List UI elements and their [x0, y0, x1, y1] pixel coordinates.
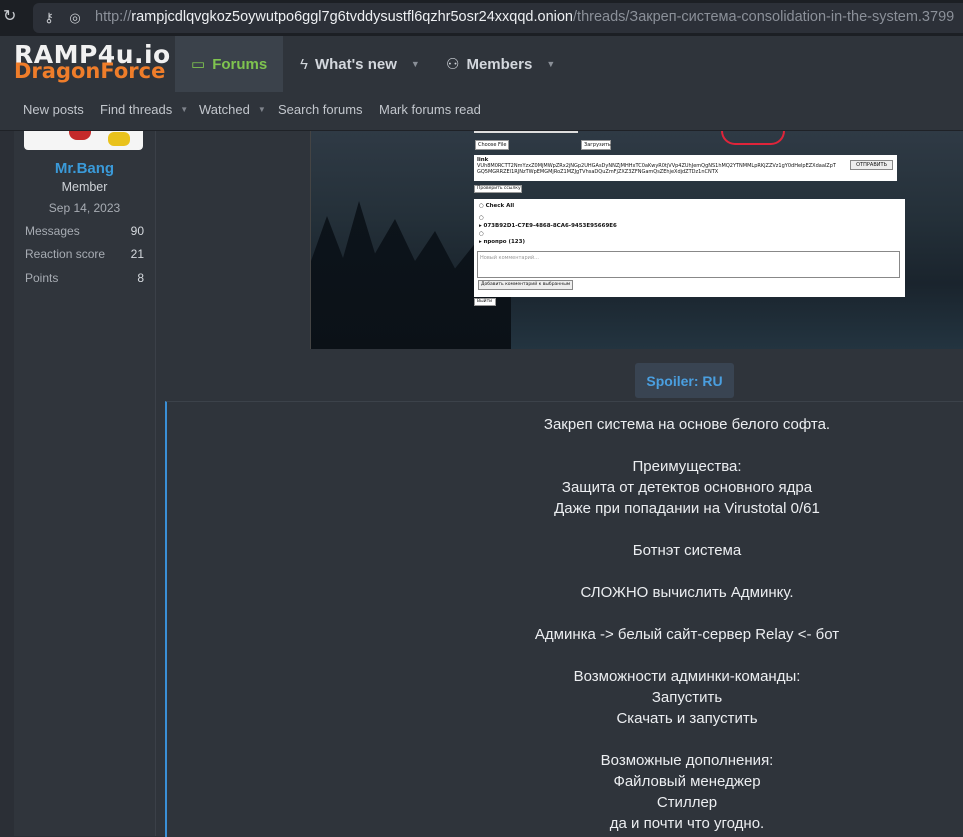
- subnav-watched-label: Watched: [199, 102, 250, 117]
- spoiler-line: Возможные дополнения:: [600, 752, 774, 769]
- subnav-new-posts[interactable]: New posts: [23, 102, 84, 117]
- stat-reaction-score: Reaction score 21: [25, 247, 144, 261]
- url-host: rampjcdlqvgkoz5oywutpo6ggl7g6tvddysustfl…: [131, 9, 574, 25]
- logo-bottom: DragonForce: [14, 59, 166, 83]
- spoiler-line: [167, 645, 963, 666]
- add-comment-button: Добавить комментарий к выбранным: [478, 280, 574, 290]
- check-link-button: Проверить ссылку: [474, 185, 522, 193]
- chevron-down-icon[interactable]: ▼: [180, 105, 188, 114]
- site-permissions-icon[interactable]: ⚷: [41, 10, 57, 26]
- spoiler-line: Даже при попадании на Virustotal 0/61: [554, 500, 820, 517]
- chevron-down-icon[interactable]: ▼: [546, 59, 555, 69]
- spoiler-line: Стиллер: [656, 794, 718, 811]
- avatar-red-shape: [69, 131, 91, 140]
- subnav-find-threads-label: Find threads: [100, 102, 173, 117]
- spoiler-line: Запустить: [651, 689, 723, 706]
- user-role: Member: [61, 180, 108, 194]
- stat-label: Reaction score: [25, 247, 106, 261]
- spoiler-line: СЛОЖНО вычислить Админку.: [580, 584, 794, 601]
- spoiler-line: Скачать и запустить: [616, 710, 758, 727]
- subnav-mark-read[interactable]: Mark forums read: [379, 102, 481, 117]
- site-logo[interactable]: RAMP4u.io DragonForce: [14, 42, 170, 86]
- sub-navigation: New posts Find threads ▼ Watched ▼ Search …: [0, 92, 963, 131]
- members-icon: ⚇: [446, 56, 460, 73]
- spoiler-line: [167, 603, 963, 624]
- tab-forums-label: Forums: [212, 55, 268, 73]
- stat-messages: Messages 90: [25, 224, 144, 238]
- chevron-down-icon[interactable]: ▼: [258, 105, 266, 114]
- url-path: /threads/Закреп-система-consolidation-in…: [573, 9, 955, 25]
- avatar[interactable]: [24, 131, 143, 150]
- spoiler-line: Файловый менеджер: [613, 773, 761, 790]
- user-card: Mr.Bang Member Sep 14, 2023 Messages 90 …: [14, 131, 156, 836]
- spoiler-line: Закреп система на основе белого софта.: [543, 416, 831, 433]
- subnav-search-forums[interactable]: Search forums: [278, 102, 363, 117]
- spoiler-line: [167, 435, 963, 456]
- stat-value: 8: [137, 271, 144, 285]
- browser-toolbar: ↻ ⚷ ◎ http://rampjcdlqvgkoz5oywutpo6ggl7…: [0, 0, 963, 36]
- embedded-screenshot-image[interactable]: Choose File Загрузить link VUh8M0RCTT2Nm…: [310, 131, 963, 349]
- stat-label: Points: [25, 271, 59, 285]
- red-glow-shape: [721, 131, 785, 145]
- subnav-find-threads[interactable]: Find threads ▼: [100, 102, 188, 117]
- tab-members[interactable]: ⚇ Members ▼: [446, 36, 555, 92]
- check-all-label: Check All: [485, 203, 515, 209]
- stat-label: Messages: [25, 224, 80, 238]
- entry-id: 073B92D1-C7E9-4868-8CA6-9453E95669E6: [483, 223, 617, 229]
- tab-whats-new[interactable]: ϟ What's new ▼: [300, 36, 420, 92]
- stat-value: 21: [130, 247, 144, 261]
- spoiler-line: Возможности админки-команды:: [573, 668, 801, 685]
- tab-forums[interactable]: ▭ Forums: [175, 36, 283, 92]
- upload-button: Загрузить: [581, 140, 611, 150]
- panel-top-strip: [474, 131, 578, 133]
- chevron-down-icon[interactable]: ▼: [411, 59, 420, 69]
- site-header: RAMP4u.io DragonForce ▭ Forums ϟ What's …: [0, 36, 963, 93]
- username[interactable]: Mr.Bang: [14, 160, 155, 177]
- entry-propo: пропро (123): [483, 239, 525, 245]
- link-form: link VUh8M0RCTT2NmYzxZ0MjMWpZRx2jNGp2UHG…: [474, 155, 897, 181]
- entry-row: ○ ▸ 073B92D1-C7E9-4868-8CA6-9453E95669E6: [479, 215, 617, 229]
- onion-icon[interactable]: ◎: [67, 10, 83, 26]
- url-text[interactable]: http://rampjcdlqvgkoz5oywutpo6ggl7g6tvdd…: [95, 9, 954, 25]
- stat-points: Points 8: [25, 271, 144, 285]
- spoiler-line: Ботнэт система: [632, 542, 742, 559]
- spoiler-line: [167, 519, 963, 540]
- exit-button: Выйти: [474, 298, 496, 306]
- spoiler-text: Закреп система на основе белого софта. Пр…: [167, 414, 963, 834]
- stat-value: 90: [130, 224, 144, 238]
- spoiler-content: Закреп система на основе белого софта. Пр…: [165, 401, 963, 837]
- spoiler-line: да и почти что угодно.: [609, 815, 765, 832]
- entry-row: ○ ▸ пропро (123): [479, 231, 525, 245]
- spoiler-line: [167, 561, 963, 582]
- spoiler-line: [167, 729, 963, 750]
- spoiler-line: Защита от детектов основного ядра: [561, 479, 813, 496]
- spoiler-button[interactable]: Spoiler: RU: [635, 363, 734, 398]
- comment-textarea: Новый комментарий...: [477, 251, 900, 278]
- spoiler-line: Админка -> белый сайт-сервер Relay <- бо…: [534, 626, 840, 643]
- chat-bubble-icon: ▭: [191, 56, 206, 73]
- link-value: VUh8M0RCTT2NmYzxZ0MjMWpZRx2jNGp2UHGAsDyN…: [477, 163, 836, 175]
- choose-file-button: Choose File: [475, 140, 509, 150]
- subnav-watched[interactable]: Watched ▼: [199, 102, 266, 117]
- tab-whats-new-label: What's new: [314, 55, 397, 73]
- check-all-row: ○ Check All: [479, 203, 515, 209]
- spoiler-line: Преимущества:: [632, 458, 742, 475]
- tab-members-label: Members: [466, 55, 533, 73]
- lightning-icon: ϟ: [300, 55, 308, 73]
- reload-icon[interactable]: ↻: [3, 8, 21, 26]
- join-date: Sep 14, 2023: [48, 201, 121, 215]
- send-button: ОТПРАВИТЬ: [850, 160, 893, 170]
- avatar-yellow-shape: [108, 132, 130, 146]
- url-scheme: http://: [95, 9, 132, 25]
- entries-panel: ○ Check All ○ ▸ 073B92D1-C7E9-4868-8CA6-9…: [474, 199, 905, 297]
- address-bar[interactable]: ⚷ ◎ http://rampjcdlqvgkoz5oywutpo6ggl7g6…: [33, 3, 963, 33]
